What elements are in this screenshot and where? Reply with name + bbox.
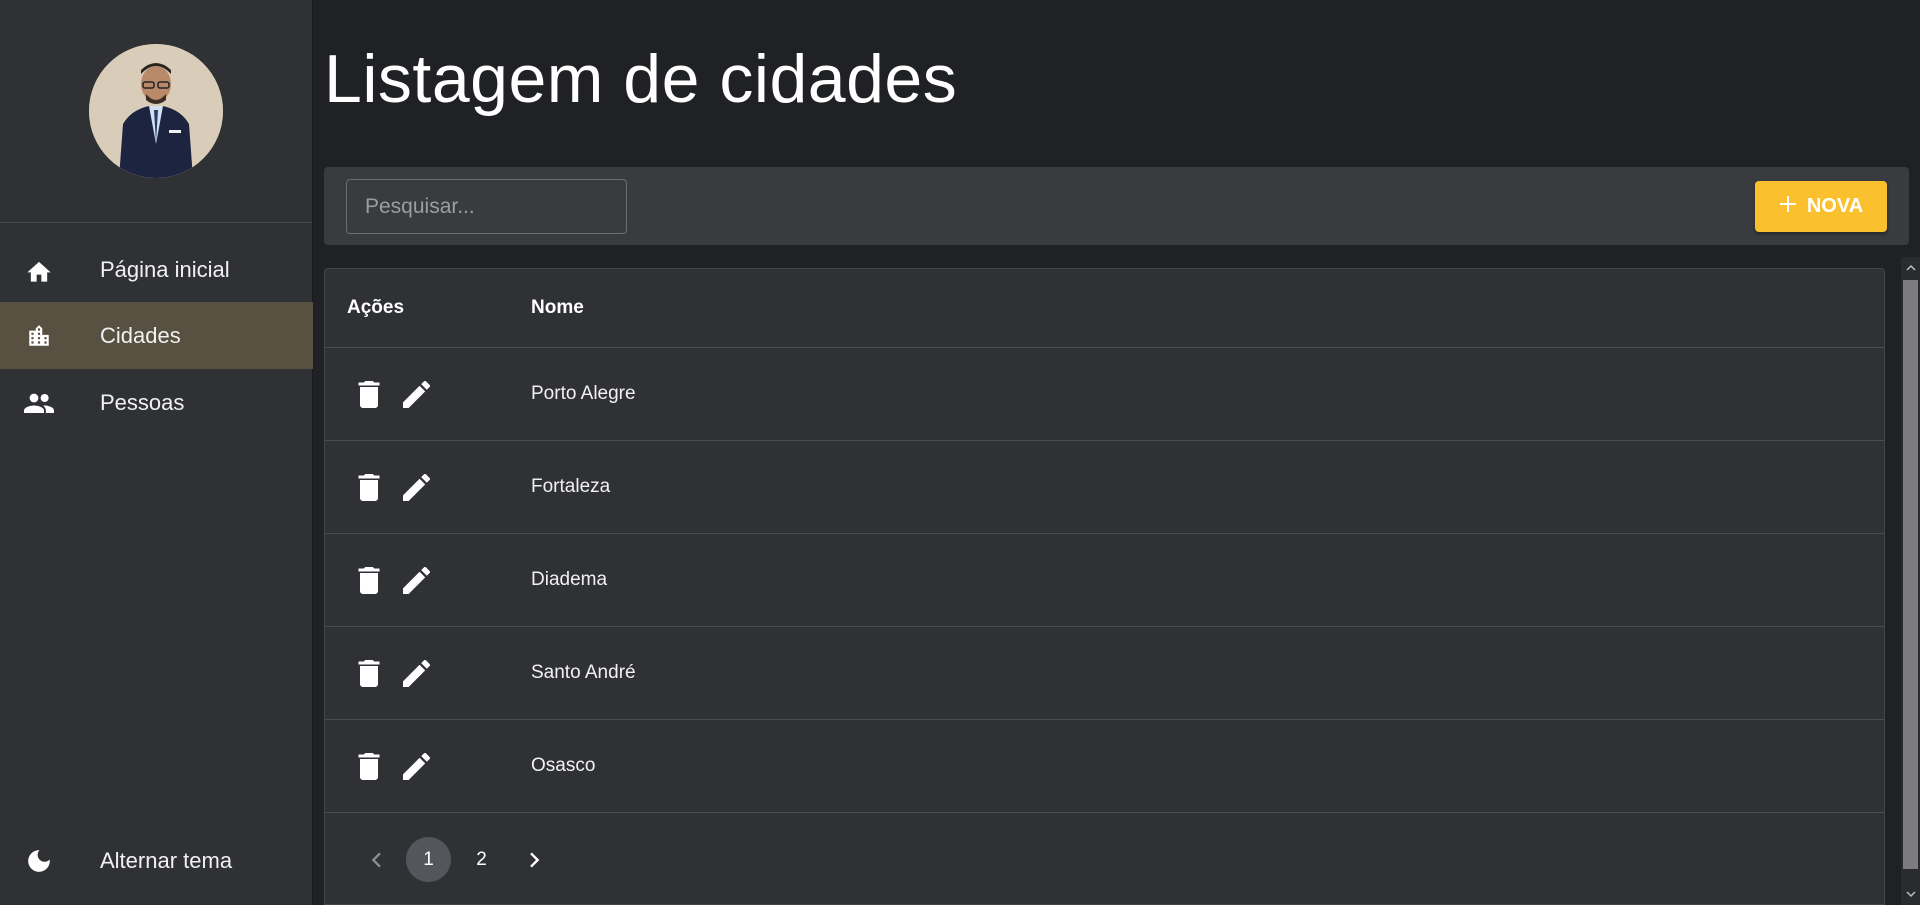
search-input[interactable] xyxy=(346,179,627,234)
sidebar-item-label: Pessoas xyxy=(100,389,185,415)
city-name: Santo André xyxy=(531,662,636,683)
edit-icon[interactable] xyxy=(401,379,432,410)
table-header: Ações Nome xyxy=(325,269,1884,348)
prev-page-icon[interactable] xyxy=(353,837,398,882)
sidebar-item-label: Cidades xyxy=(100,322,181,348)
sidebar-item-home[interactable]: Página inicial xyxy=(0,236,313,303)
pagination: 1 2 xyxy=(353,837,557,882)
edit-icon[interactable] xyxy=(401,658,432,689)
scroll-up-icon[interactable] xyxy=(1901,259,1920,277)
city-name: Osasco xyxy=(531,755,596,776)
table-row: Fortaleza xyxy=(325,441,1884,534)
plus-icon xyxy=(1779,195,1797,219)
scroll-down-icon[interactable] xyxy=(1901,885,1920,903)
people-icon xyxy=(24,390,54,416)
delete-icon[interactable] xyxy=(353,565,384,596)
avatar-section xyxy=(0,0,312,223)
avatar-photo xyxy=(89,44,223,178)
toolbar: NOVA xyxy=(324,167,1909,245)
edit-icon[interactable] xyxy=(401,751,432,782)
theme-toggle-label: Alternar tema xyxy=(100,847,233,873)
home-icon xyxy=(24,257,54,283)
city-icon xyxy=(24,323,54,349)
page-title: Listagem de cidades xyxy=(324,41,958,117)
sidebar-item-cidades[interactable]: Cidades xyxy=(0,302,313,369)
table-row: Diadema xyxy=(325,534,1884,627)
scrollbar[interactable] xyxy=(1901,257,1920,905)
cities-table: Ações Nome Porto Alegre Fortaleza Diadem… xyxy=(324,268,1885,905)
delete-icon[interactable] xyxy=(353,658,384,689)
edit-icon[interactable] xyxy=(401,565,432,596)
city-name: Fortaleza xyxy=(531,476,611,497)
city-name: Diadema xyxy=(531,569,608,590)
new-button[interactable]: NOVA xyxy=(1755,181,1887,232)
edit-icon[interactable] xyxy=(401,472,432,503)
scroll-thumb[interactable] xyxy=(1903,280,1918,869)
page-button-1[interactable]: 1 xyxy=(406,837,451,882)
sidebar: Página inicial Cidades Pessoas Alternar … xyxy=(0,0,313,905)
delete-icon[interactable] xyxy=(353,751,384,782)
page-button-2[interactable]: 2 xyxy=(459,837,504,882)
new-button-label: NOVA xyxy=(1806,195,1864,217)
table-row: Santo André xyxy=(325,627,1884,720)
moon-icon xyxy=(24,848,54,874)
delete-icon[interactable] xyxy=(353,379,384,410)
column-header-actions: Ações xyxy=(347,297,405,318)
theme-toggle[interactable]: Alternar tema xyxy=(0,827,313,894)
sidebar-item-pessoas[interactable]: Pessoas xyxy=(0,369,313,436)
next-page-icon[interactable] xyxy=(512,837,557,882)
sidebar-item-label: Página inicial xyxy=(100,256,230,282)
table-row: Porto Alegre xyxy=(325,348,1884,441)
delete-icon[interactable] xyxy=(353,472,384,503)
table-row: Osasco xyxy=(325,720,1884,813)
city-name: Porto Alegre xyxy=(531,383,636,404)
column-header-name: Nome xyxy=(531,297,584,318)
avatar xyxy=(89,44,223,178)
